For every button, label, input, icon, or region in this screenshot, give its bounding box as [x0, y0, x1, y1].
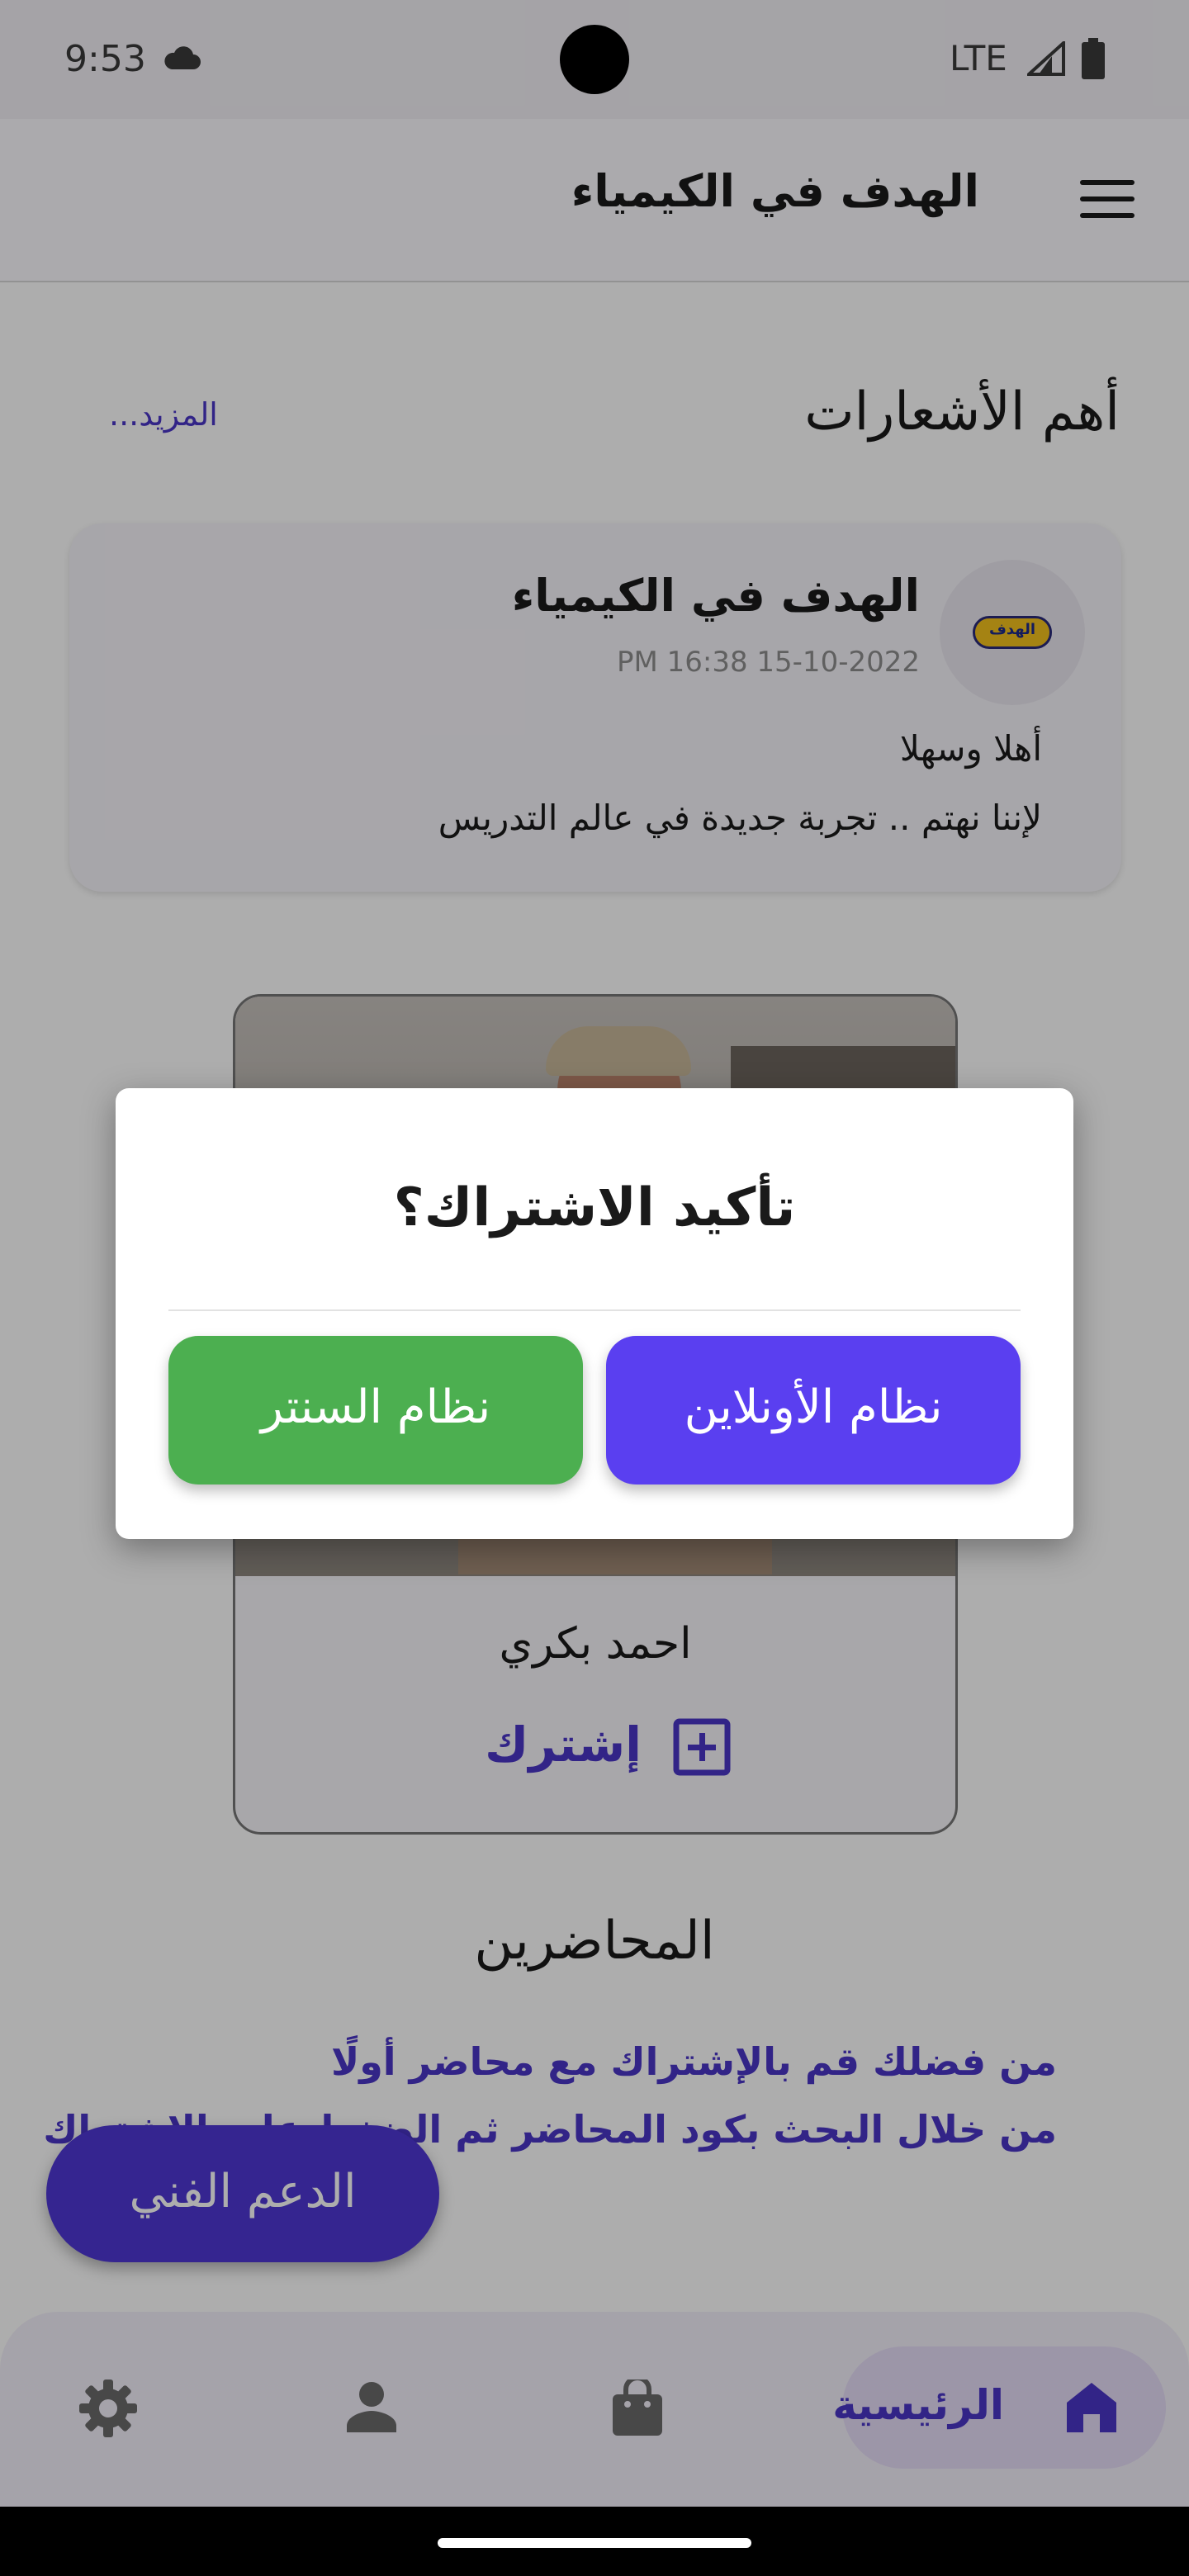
dialog-title: تأكيد الاشتراك؟ — [393, 1177, 796, 1238]
dialog-divider — [168, 1309, 1021, 1311]
center-system-button[interactable]: نظام السنتر — [168, 1336, 583, 1485]
online-system-button[interactable]: نظام الأونلاين — [606, 1336, 1021, 1485]
home-indicator[interactable] — [438, 2538, 751, 2548]
subscription-dialog: تأكيد الاشتراك؟ نظام الأونلاين نظام السن… — [116, 1088, 1073, 1539]
system-nav-bar — [0, 2507, 1189, 2576]
center-system-label: نظام السنتر — [260, 1380, 491, 1434]
online-system-label: نظام الأونلاين — [684, 1380, 943, 1434]
